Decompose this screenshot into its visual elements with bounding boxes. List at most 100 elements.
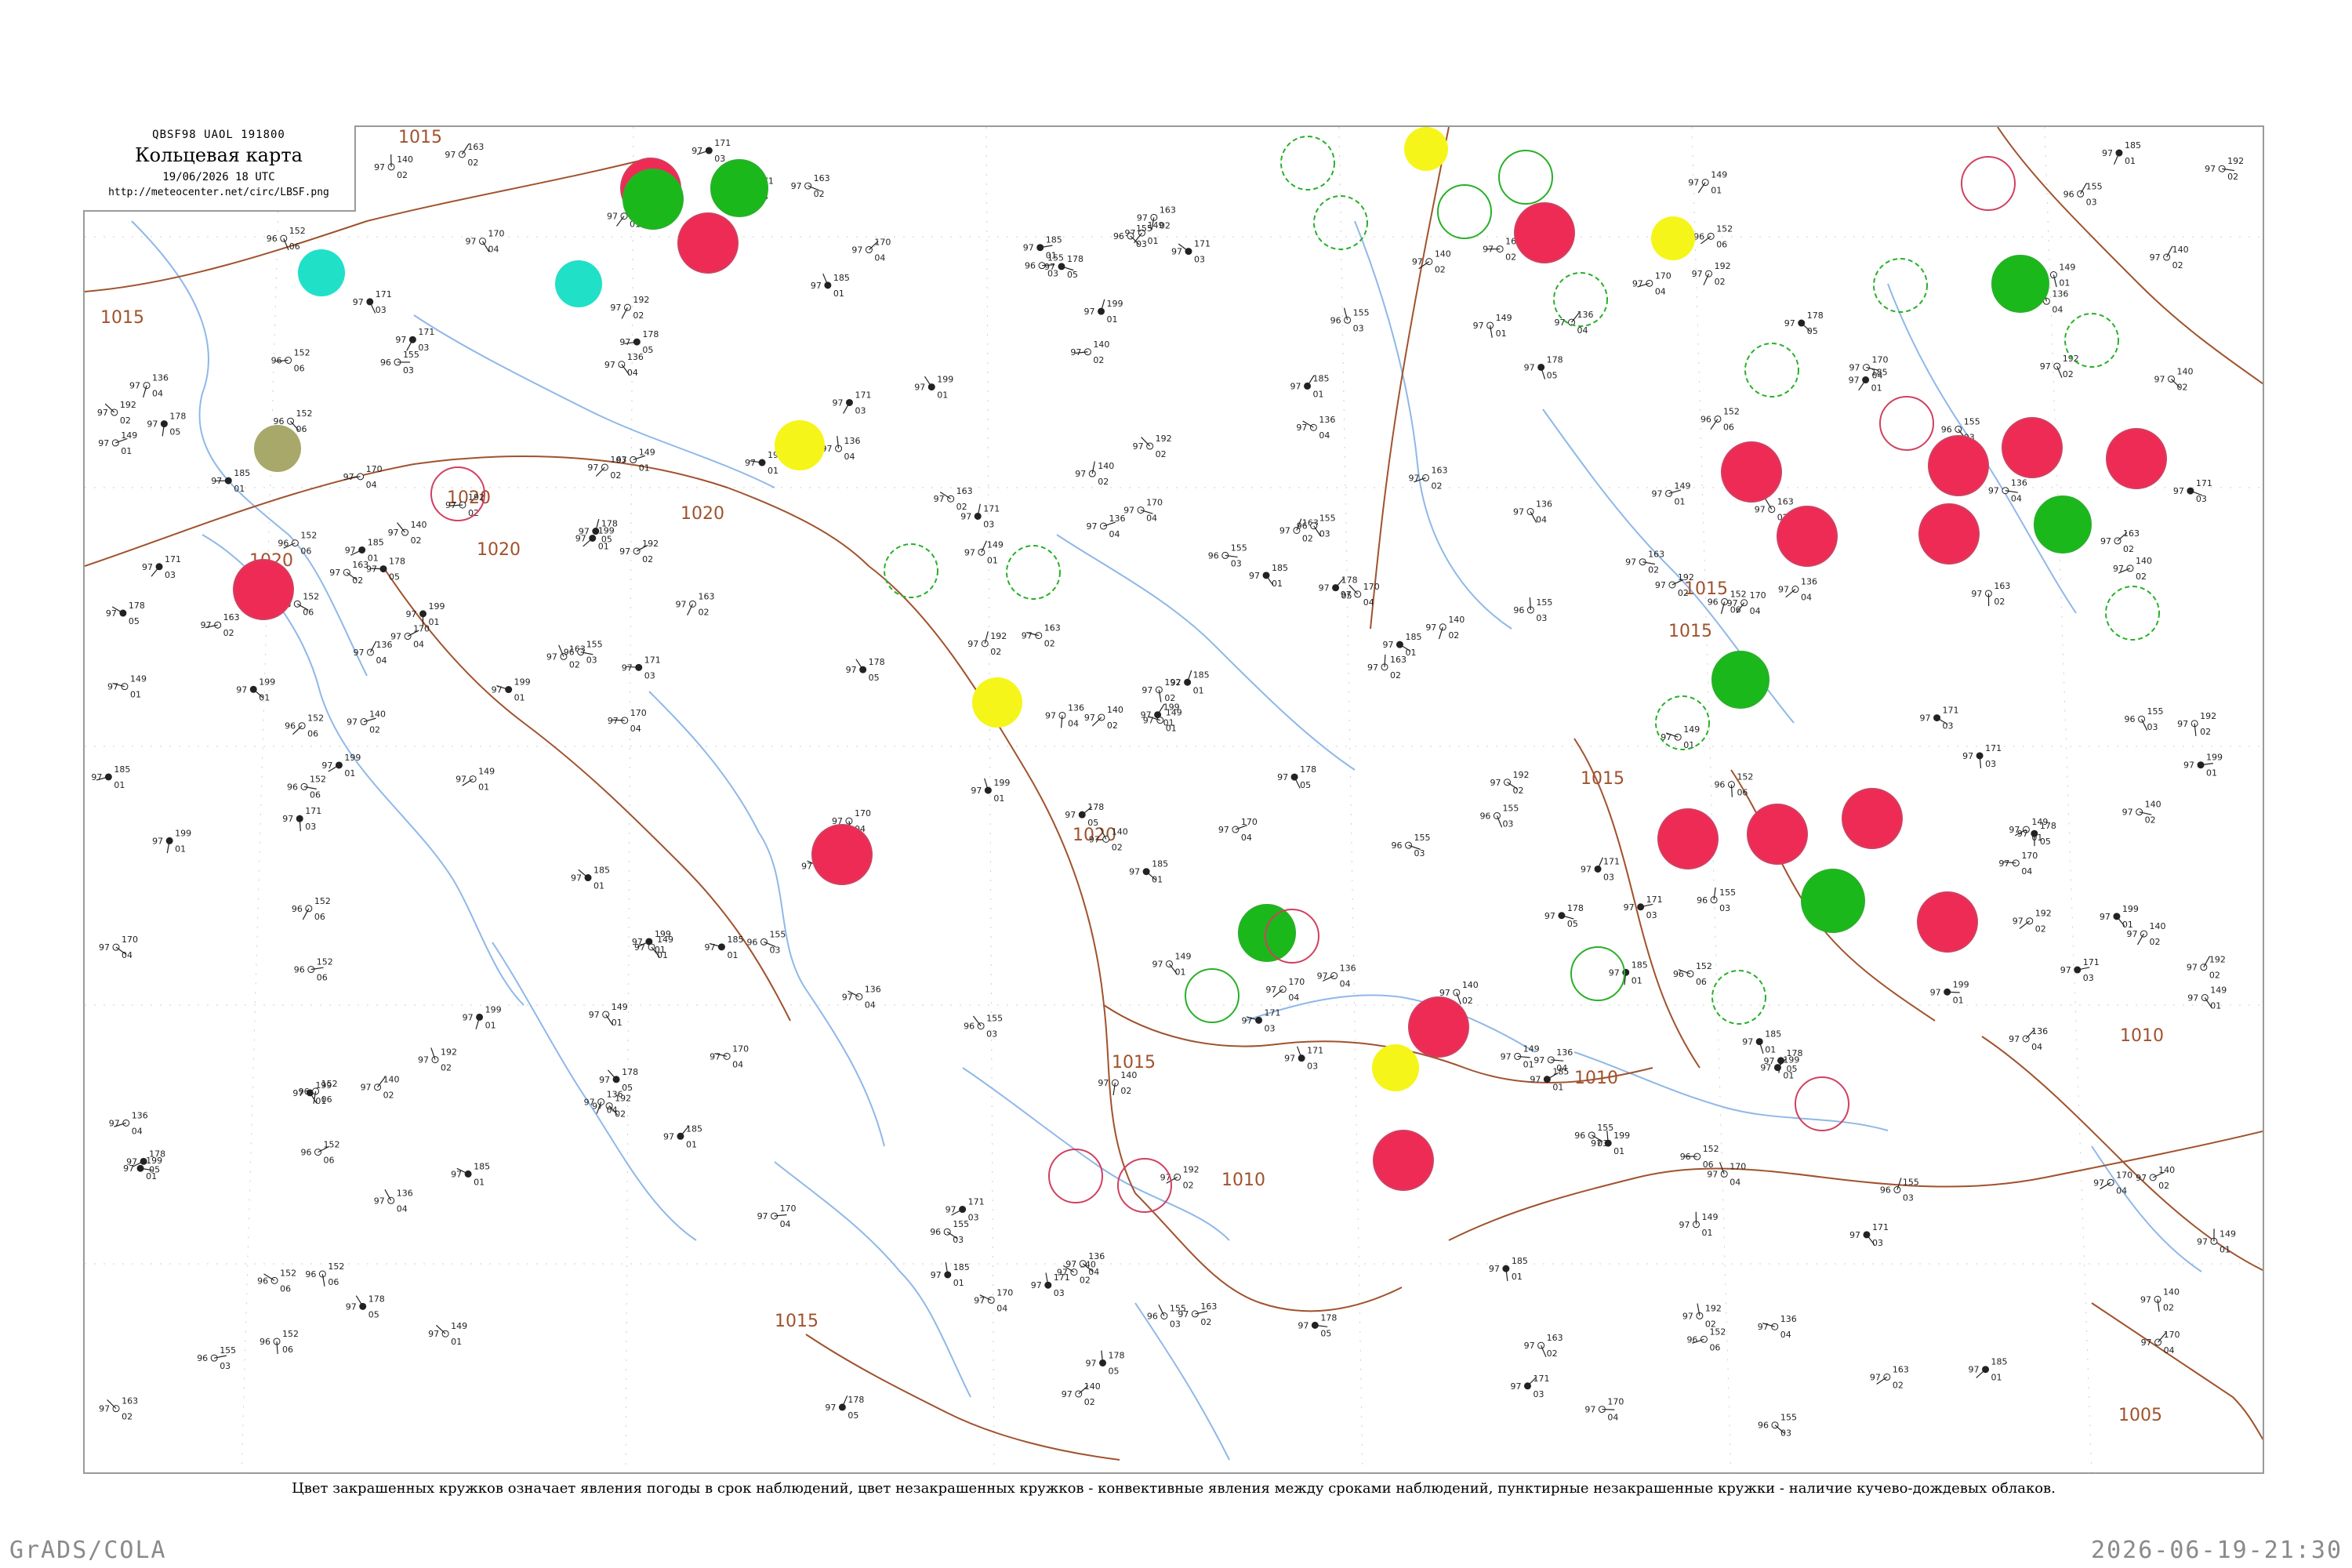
- station-plot[interactable]: 1559603: [1330, 307, 1370, 333]
- station-plot[interactable]: 185 97 01: [704, 935, 743, 960]
- station-plot[interactable]: 1559603: [1025, 253, 1064, 279]
- thunderstorm-marker[interactable]: [1777, 506, 1838, 567]
- station-plot[interactable]: 1639702: [587, 455, 626, 481]
- station-plot[interactable]: 185 97 01: [571, 866, 610, 891]
- shower-marker[interactable]: [1651, 216, 1695, 260]
- station-plot[interactable]: 185 97 01: [1489, 1256, 1528, 1282]
- station-plot[interactable]: 1929702: [97, 400, 136, 426]
- station-plot[interactable]: 185 97 01: [931, 1262, 970, 1288]
- rain-marker[interactable]: [1801, 869, 1865, 933]
- shower-marker[interactable]: [775, 420, 825, 470]
- station-plot[interactable]: 140 97 02: [1070, 339, 1109, 365]
- station-plot[interactable]: 199 97 01: [1930, 979, 1969, 1005]
- cb-ring[interactable]: [1744, 343, 1799, 397]
- station-plot[interactable]: 1559603: [2125, 706, 2164, 732]
- station-plot[interactable]: 1529606: [301, 1140, 340, 1166]
- station-plot[interactable]: 1639702: [329, 560, 368, 586]
- station-plot[interactable]: 170 97 04: [99, 935, 138, 960]
- station-plot[interactable]: 170 97 04: [2141, 1330, 2180, 1356]
- station-plot[interactable]: 1369704: [1758, 1314, 1797, 1340]
- thunderstorm-marker[interactable]: [2002, 417, 2063, 478]
- station-plot[interactable]: 170 97 04: [1265, 977, 1305, 1003]
- station-plot[interactable]: 171 97 03: [1031, 1272, 1070, 1298]
- cb-ring[interactable]: [1437, 184, 1492, 239]
- rain-marker[interactable]: [1238, 904, 1296, 962]
- station-plot[interactable]: 1369704: [1555, 310, 1594, 336]
- station-plot[interactable]: 140 97 02: [2154, 366, 2193, 392]
- station-plot[interactable]: 1929702: [2013, 909, 2052, 935]
- station-plot[interactable]: 140 97 02: [2140, 1287, 2180, 1312]
- station-plot[interactable]: 1929702: [1133, 434, 1172, 459]
- station-plot[interactable]: 185 97 01: [1609, 960, 1648, 985]
- convective-ring[interactable]: [1117, 1158, 1172, 1213]
- thunderstorm-marker[interactable]: [1657, 808, 1719, 869]
- thunderstorm-marker[interactable]: [1373, 1130, 1434, 1191]
- station-plot[interactable]: 1529606: [294, 957, 333, 983]
- station-plot[interactable]: 1529606: [305, 1261, 344, 1287]
- station-plot[interactable]: 1529606: [1693, 223, 1733, 249]
- station-plot[interactable]: 170 97 04: [608, 708, 647, 734]
- station-plot[interactable]: 170 97 04: [2093, 1170, 2132, 1196]
- station-plot[interactable]: 1929702: [2040, 354, 2079, 379]
- station-plot[interactable]: 1559603: [930, 1219, 969, 1245]
- station-plot[interactable]: 199 97 01: [971, 778, 1010, 804]
- station-plot[interactable]: 1529606: [1700, 406, 1740, 432]
- station-plot[interactable]: 185 97 01: [2102, 140, 2141, 166]
- station-plot[interactable]: 1369704: [1513, 499, 1552, 525]
- station-plot[interactable]: 140 97 02: [1084, 705, 1123, 731]
- station-plot[interactable]: 1929702: [619, 539, 659, 564]
- station-plot[interactable]: 1639702: [445, 142, 484, 168]
- shower-marker[interactable]: [1372, 1044, 1419, 1091]
- station-plot[interactable]: 170 97 04: [851, 238, 891, 263]
- station-plot[interactable]: 185 97 01: [1530, 1067, 1569, 1093]
- station-plot[interactable]: 149 97 01: [589, 1002, 628, 1028]
- station-plot[interactable]: 1639702: [1022, 623, 1061, 649]
- station-plot[interactable]: 185 97 01: [1023, 235, 1062, 261]
- station-plot[interactable]: 1369704: [129, 373, 169, 399]
- station-plot[interactable]: 1559603: [1208, 543, 1247, 568]
- station-plot[interactable]: 178 97 05: [846, 657, 885, 683]
- cb-ring[interactable]: [1873, 258, 1928, 313]
- station-plot[interactable]: 1639702: [1971, 581, 2010, 607]
- station-plot[interactable]: 199 97 01: [152, 828, 191, 854]
- station-plot[interactable]: 1369704: [1086, 514, 1125, 539]
- rain-marker[interactable]: [1711, 651, 1769, 709]
- station-plot[interactable]: 1639702: [1524, 1333, 1563, 1359]
- shower-marker[interactable]: [972, 677, 1022, 728]
- station-plot[interactable]: 1559603: [2063, 181, 2103, 207]
- station-plot[interactable]: 1639702: [934, 486, 973, 512]
- rain-marker[interactable]: [1991, 255, 2049, 313]
- rain-marker[interactable]: [622, 169, 684, 230]
- station-plot[interactable]: 1559603: [1758, 1413, 1797, 1439]
- station-plot[interactable]: 178 97 05: [106, 601, 145, 626]
- station-plot[interactable]: 1529606: [1714, 772, 1753, 798]
- station-plot[interactable]: 149 97 01: [1688, 170, 1727, 196]
- station-plot[interactable]: 149 97 01: [1679, 1211, 1719, 1238]
- station-plot[interactable]: 178 97 05: [1544, 903, 1584, 929]
- cb-ring[interactable]: [1185, 968, 1240, 1023]
- station-plot[interactable]: 1369704: [1296, 415, 1335, 441]
- thunderstorm-marker[interactable]: [233, 559, 294, 620]
- station-plot[interactable]: 170 97 04: [1123, 498, 1163, 524]
- station-plot[interactable]: 1369704: [2009, 1026, 2048, 1052]
- station-plot[interactable]: 1529606: [1686, 1327, 1726, 1352]
- station-plot[interactable]: 171 97 03: [2173, 478, 2212, 504]
- station-plot[interactable]: 171 97 03: [2060, 957, 2100, 983]
- station-plot[interactable]: 171 97 03: [1962, 743, 2002, 769]
- station-plot[interactable]: 140 97 02: [388, 520, 427, 546]
- station-plot[interactable]: 1369704: [1988, 478, 2027, 504]
- station-plot[interactable]: 185 97 01: [1171, 670, 1210, 695]
- station-plot[interactable]: 171 97 03: [1581, 856, 1620, 882]
- station-plot[interactable]: 170 97 04: [343, 464, 383, 490]
- station-plot[interactable]: 1639702: [1409, 465, 1448, 491]
- haze-marker[interactable]: [254, 425, 301, 472]
- station-plot[interactable]: 178 97 05: [1524, 354, 1563, 380]
- station-plot[interactable]: 149 97 01: [98, 430, 137, 456]
- convective-ring[interactable]: [1795, 1076, 1849, 1131]
- station-plot[interactable]: 1529606: [287, 774, 326, 800]
- station-plot[interactable]: 1369704: [842, 984, 881, 1010]
- station-plot[interactable]: 149 97 01: [2187, 985, 2227, 1011]
- station-plot[interactable]: 1929702: [1692, 261, 1731, 287]
- cb-ring[interactable]: [1498, 150, 1553, 205]
- station-plot[interactable]: 170 97 04: [1632, 270, 1671, 296]
